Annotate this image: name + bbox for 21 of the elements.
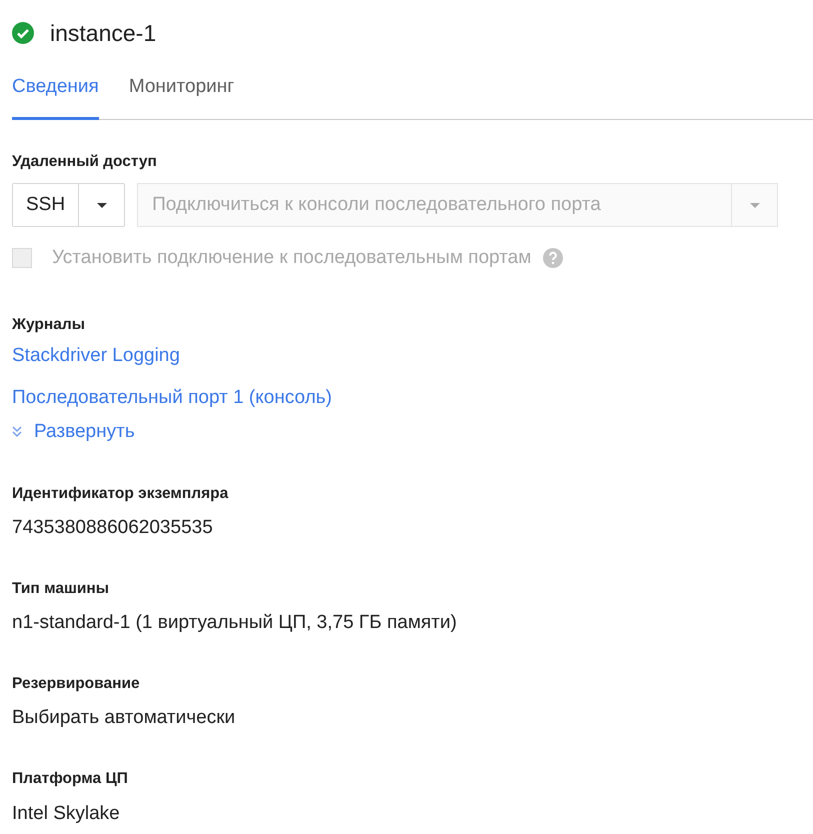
- section-heading: Резервирование: [12, 674, 141, 694]
- expand-link[interactable]: Развернуть: [12, 420, 135, 444]
- tab[interactable]: Мониторинг: [128, 72, 234, 120]
- tab[interactable]: Сведения: [12, 72, 99, 120]
- section-heading: Тип машины: [12, 578, 110, 599]
- field-value: 7435380886062035535: [12, 518, 214, 538]
- help-icon: [543, 248, 564, 268]
- section-heading: Платформа ЦП: [12, 769, 129, 790]
- caret-icon: [96, 202, 107, 208]
- link[interactable]: Последовательный порт 1 (консоль): [12, 386, 332, 410]
- instance-title: instance-1: [50, 18, 156, 48]
- link[interactable]: Stackdriver Logging: [12, 344, 180, 368]
- field-value: Выбирать автоматически: [12, 708, 236, 728]
- double-chevron-down-icon: [12, 426, 22, 438]
- field-value: n1-standard-1 (1 виртуальный ЦП, 3,75 ГБ памяти): [12, 613, 458, 633]
- checkbox-label: Установить подключение к последовательным портам: [52, 246, 532, 270]
- caret-icon: [750, 202, 760, 208]
- section-heading: Удаленный доступ: [12, 152, 158, 172]
- section-heading: Журналы: [12, 315, 86, 336]
- section-heading: Идентификатор экземпляра: [12, 484, 230, 504]
- field-value: Intel Skylake: [12, 804, 121, 824]
